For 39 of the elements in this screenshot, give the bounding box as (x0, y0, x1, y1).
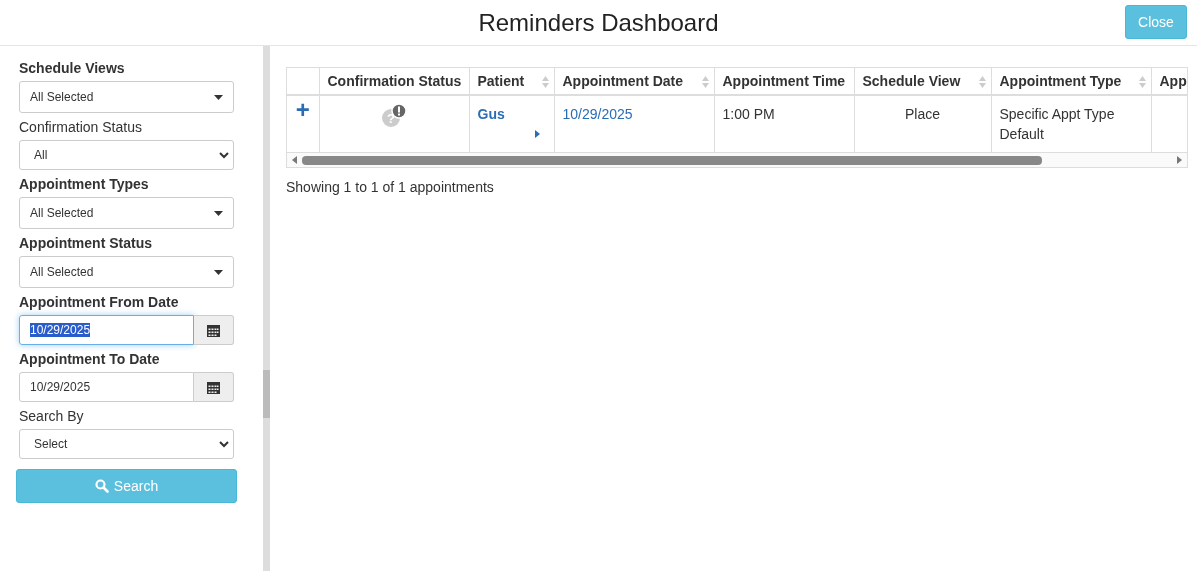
calendar-button[interactable] (194, 372, 234, 402)
search-icon (94, 479, 109, 493)
window-title: Reminders Dashboard (478, 8, 719, 37)
scrollbar[interactable] (263, 46, 270, 571)
select-field[interactable]: Select (19, 429, 234, 459)
caret-icon (214, 210, 223, 216)
results-summary: Showing 1 to 1 of 1 appointments (286, 179, 495, 195)
column-header: App (1151, 68, 1187, 95)
date-field[interactable]: 10/29/2025 (19, 315, 194, 345)
dropdown[interactable]: All Selected (19, 81, 234, 113)
horizontal-scrollbar[interactable] (287, 152, 1187, 167)
column-header: Confirmation Status (319, 68, 469, 95)
scroll-right-icon[interactable] (1175, 155, 1183, 165)
field-label: Appointment From Date (19, 294, 180, 310)
date-field[interactable]: 10/29/2025 (19, 372, 194, 402)
caret-icon (214, 94, 223, 100)
calendar-button[interactable] (194, 315, 234, 345)
caret-icon (214, 269, 223, 275)
column-header: Appointment Time (714, 68, 854, 95)
calendar-icon (207, 323, 220, 337)
field-label: Appointment To Date (19, 351, 161, 367)
column-header[interactable]: Schedule View (854, 68, 991, 95)
column-header[interactable]: Patient (469, 68, 554, 95)
expand-arrow-icon[interactable] (534, 130, 540, 138)
field-label: Search By (19, 408, 85, 424)
field-label: Confirmation Status (19, 119, 143, 135)
column-header[interactable]: Appointment Type (991, 68, 1151, 95)
scroll-left-icon[interactable] (291, 155, 299, 165)
patient-link[interactable]: Gus (477, 104, 505, 124)
field-label: Appointment Types (19, 176, 150, 192)
column-header[interactable]: Appointment Date (554, 68, 714, 95)
chevron-icon (219, 440, 229, 448)
dropdown[interactable]: All Selected (19, 197, 234, 229)
dropdown[interactable]: All Selected (19, 256, 234, 288)
calendar-icon (207, 380, 220, 394)
chevron-icon (219, 151, 229, 159)
select-field[interactable]: All (19, 140, 234, 170)
field-label: Appointment Status (19, 235, 153, 251)
field-label: Schedule Views (19, 60, 126, 76)
